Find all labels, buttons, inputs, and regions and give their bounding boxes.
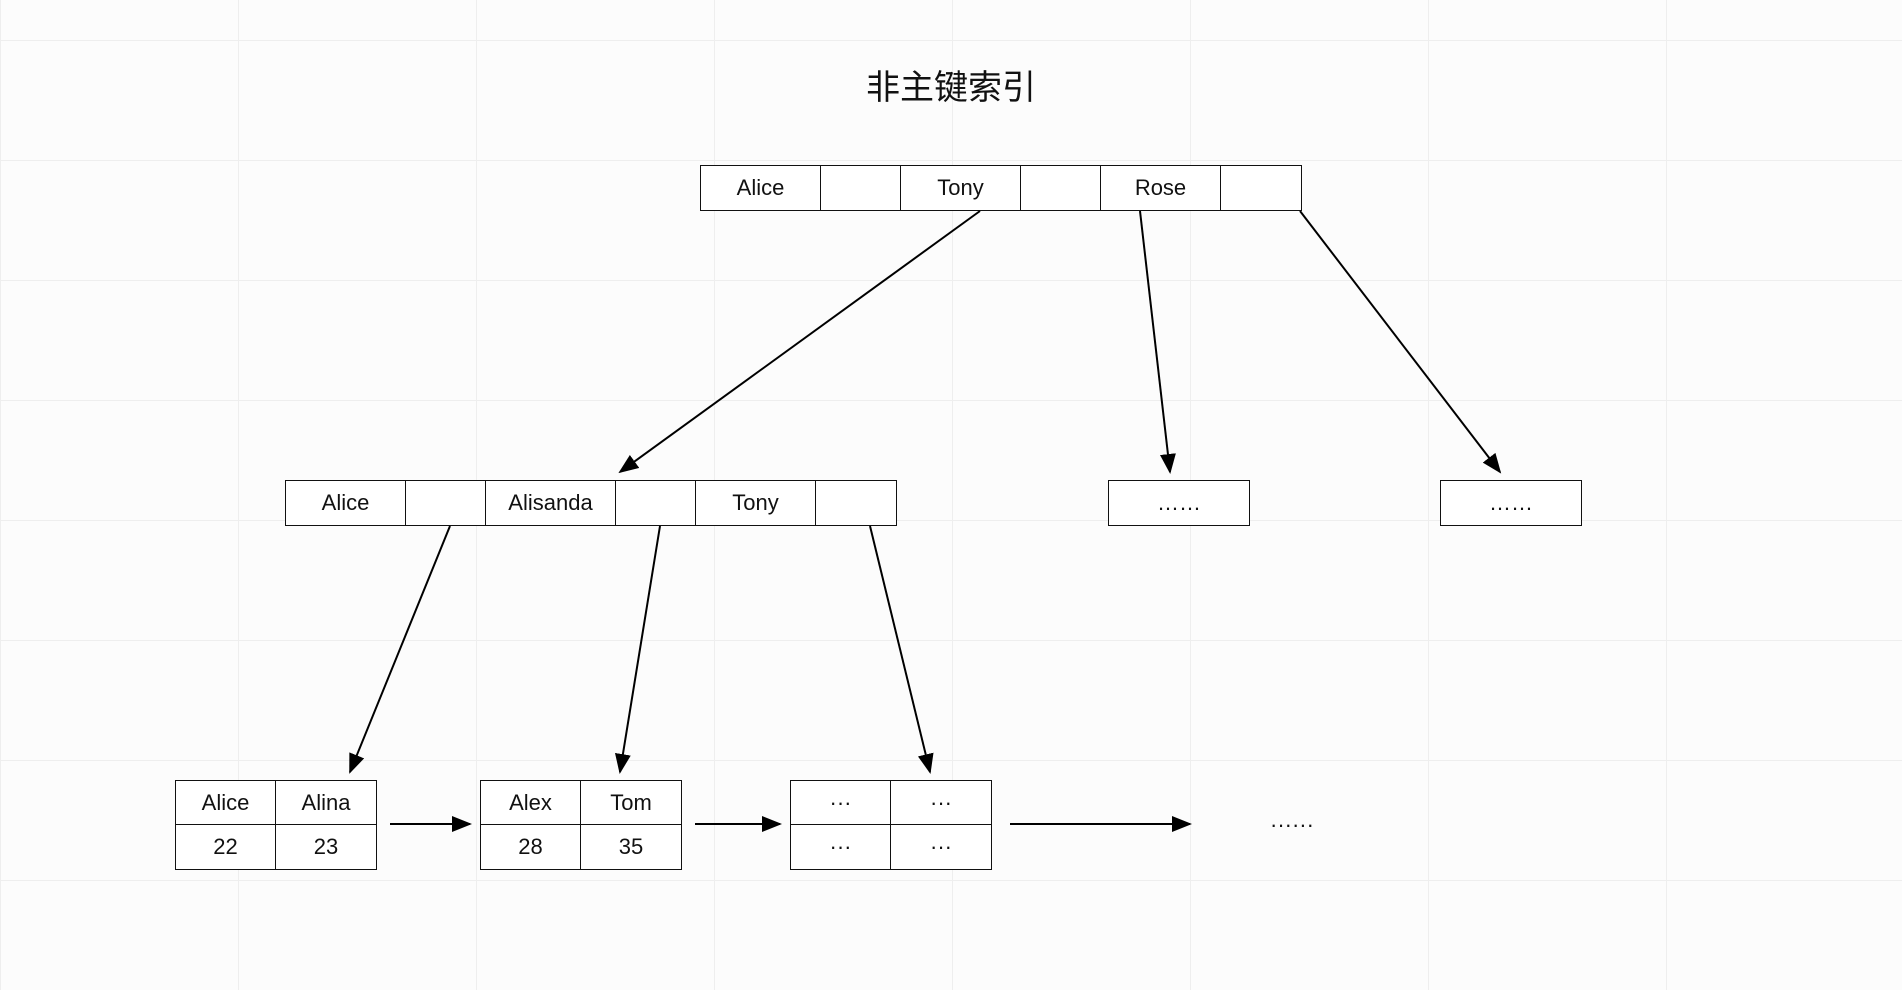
leaf2-top-0: Alex: [481, 781, 581, 825]
leaf1-bot-1: 23: [276, 825, 376, 869]
root-ptr-0: [821, 166, 901, 210]
arrow-mid-to-leaf3: [870, 526, 930, 772]
root-node: Alice Tony Rose: [700, 165, 1302, 211]
leaf-node-2: Alex Tom 28 35: [480, 780, 682, 870]
leaf3-bot-1: ···: [891, 825, 991, 869]
leaf2-bot-1: 35: [581, 825, 681, 869]
leaf3-bot-0: ···: [791, 825, 891, 869]
root-key-1: Tony: [901, 166, 1021, 210]
leaf2-top-1: Tom: [581, 781, 681, 825]
root-key-2: Rose: [1101, 166, 1221, 210]
arrow-mid-to-leaf2: [620, 526, 660, 772]
arrow-mid-to-leaf1: [350, 526, 450, 772]
leaf-node-1: Alice Alina 22 23: [175, 780, 377, 870]
arrow-root-to-mid: [620, 211, 980, 472]
mid-key-1: Alisanda: [486, 481, 616, 525]
mid-ptr-2: [816, 481, 896, 525]
leaf1-bot-0: 22: [176, 825, 276, 869]
mid-placeholder-2: ……: [1440, 480, 1582, 526]
mid-ptr-1: [616, 481, 696, 525]
diagram-title: 非主键索引: [866, 60, 1036, 109]
leaf1-top-1: Alina: [276, 781, 376, 825]
leaf2-bot-0: 28: [481, 825, 581, 869]
leaf-placeholder-dots: ······: [1270, 812, 1314, 838]
arrow-root-to-mid-ph1: [1140, 211, 1170, 472]
mid-node: Alice Alisanda Tony: [285, 480, 897, 526]
root-ptr-2: [1221, 166, 1301, 210]
root-key-0: Alice: [701, 166, 821, 210]
leaf-node-3: ··· ··· ··· ···: [790, 780, 992, 870]
mid-key-2: Tony: [696, 481, 816, 525]
root-ptr-1: [1021, 166, 1101, 210]
mid-key-0: Alice: [286, 481, 406, 525]
arrow-root-to-mid-ph2: [1300, 211, 1500, 472]
diagram-canvas: 非主键索引 Alice Tony Rose Alice Alisanda Ton…: [0, 0, 1902, 990]
mid-ptr-0: [406, 481, 486, 525]
leaf3-top-0: ···: [791, 781, 891, 825]
leaf1-top-0: Alice: [176, 781, 276, 825]
leaf3-top-1: ···: [891, 781, 991, 825]
mid-placeholder-1: ……: [1108, 480, 1250, 526]
